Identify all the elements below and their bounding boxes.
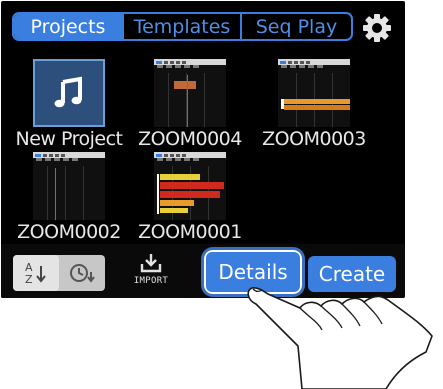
pointing-hand-icon xyxy=(247,287,433,389)
